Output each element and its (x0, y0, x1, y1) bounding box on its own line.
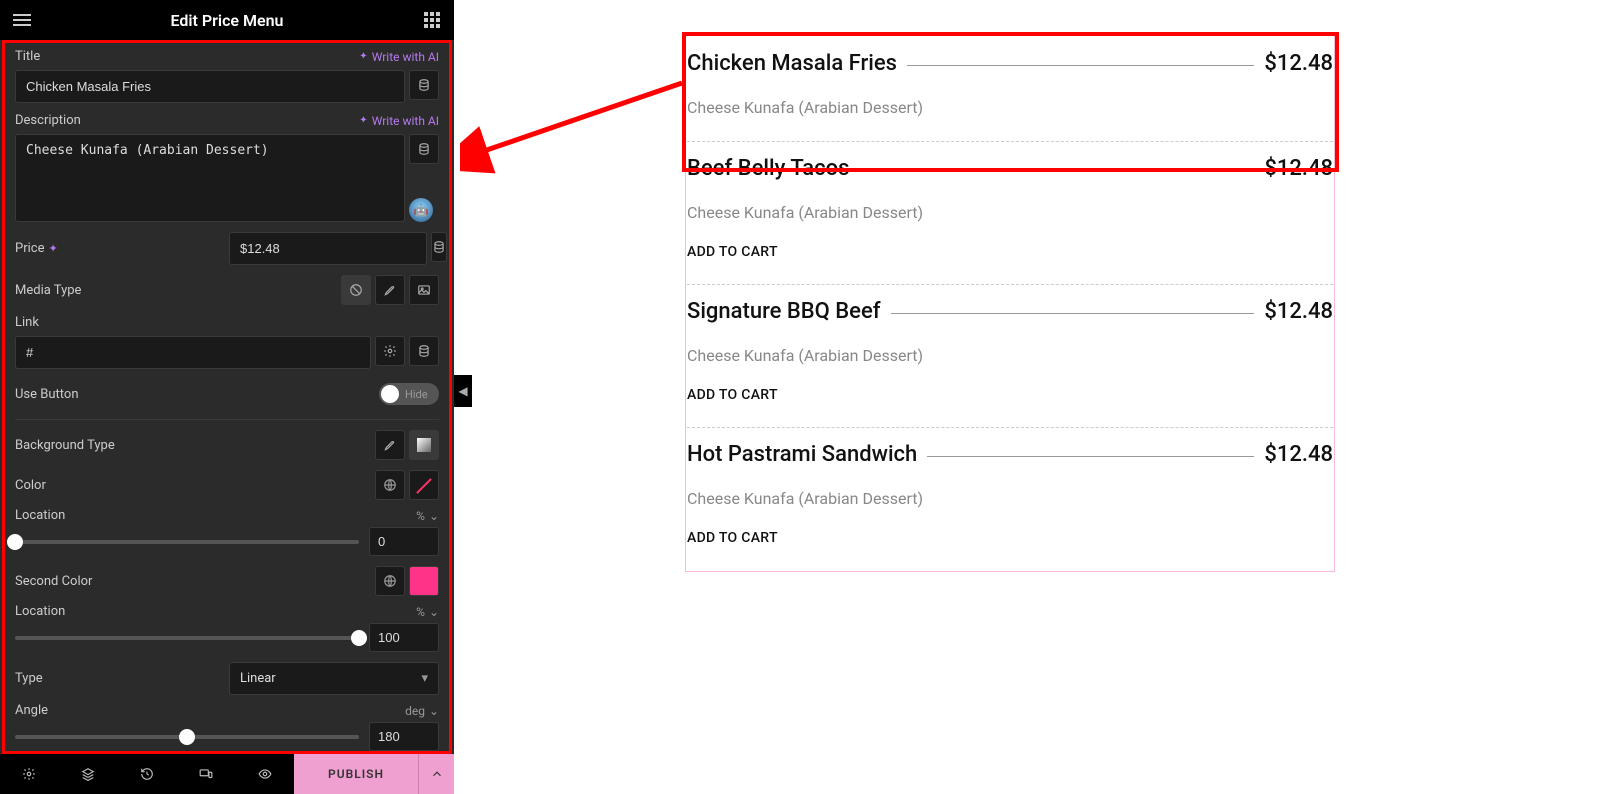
preview-canvas: Chicken Masala Fries $12.48 Cheese Kunaf… (685, 35, 1335, 572)
price-label: Price ✦ (15, 241, 58, 256)
angle-label: Angle (15, 703, 48, 718)
toggle-state-label: Hide (405, 388, 428, 401)
menu-item-desc: Cheese Kunafa (Arabian Dessert) (687, 346, 1333, 365)
menu-item-title: Chicken Masala Fries (687, 51, 897, 76)
second-color-global-icon[interactable] (375, 566, 405, 596)
link-input[interactable] (15, 336, 371, 369)
bg-brush-icon[interactable] (375, 430, 405, 460)
divider (15, 419, 439, 420)
menu-item[interactable]: Hot Pastrami Sandwich $12.48 Cheese Kuna… (687, 428, 1333, 570)
angle-unit[interactable]: deg (405, 704, 439, 718)
add-to-cart-link[interactable]: ADD TO CART (687, 244, 1333, 260)
publish-button[interactable]: PUBLISH (294, 754, 418, 794)
location-slider[interactable] (15, 540, 359, 544)
settings-icon[interactable] (0, 767, 59, 781)
media-brush-icon[interactable] (375, 275, 405, 305)
bottom-bar: PUBLISH (0, 754, 454, 794)
menu-item-price: $12.48 (1264, 442, 1333, 467)
publish-options-icon[interactable] (418, 754, 454, 794)
menu-item-title: Beef Belly Tacos (687, 156, 849, 181)
menu-item-price: $12.48 (1264, 51, 1333, 76)
hamburger-icon[interactable] (10, 8, 34, 32)
location2-label: Location (15, 604, 65, 619)
editor-sidebar: Edit Price Menu Title Write with AI Desc… (0, 0, 454, 794)
color-label: Color (15, 478, 46, 493)
use-button-label: Use Button (15, 387, 79, 402)
link-db-icon[interactable] (409, 336, 439, 366)
menu-separator (859, 170, 1254, 171)
sidebar-header: Edit Price Menu (0, 0, 454, 40)
price-label-text: Price (15, 241, 44, 256)
menu-item-desc: Cheese Kunafa (Arabian Dessert) (687, 203, 1333, 222)
menu-item-title: Hot Pastrami Sandwich (687, 442, 917, 467)
ai-robot-icon[interactable]: 🤖 (409, 198, 433, 222)
description-label: Description (15, 113, 81, 128)
type-select[interactable]: Linear (229, 662, 439, 695)
second-color-swatch[interactable] (409, 566, 439, 596)
color-swatch[interactable] (409, 470, 439, 500)
menu-item[interactable]: Chicken Masala Fries $12.48 Cheese Kunaf… (687, 37, 1333, 142)
price-db-icon[interactable] (431, 232, 447, 262)
menu-item-desc: Cheese Kunafa (Arabian Dessert) (687, 98, 1333, 117)
sidebar-title: Edit Price Menu (34, 11, 420, 30)
title-input[interactable] (15, 70, 405, 103)
write-ai-title-link[interactable]: Write with AI (359, 50, 439, 64)
title-db-icon[interactable] (409, 70, 439, 100)
menu-item-desc: Cheese Kunafa (Arabian Dessert) (687, 489, 1333, 508)
sparkle-icon: ✦ (48, 242, 57, 255)
devices-icon[interactable] (176, 767, 235, 781)
menu-item-title: Signature BBQ Beef (687, 299, 881, 324)
location2-slider[interactable] (15, 636, 359, 640)
grid-icon[interactable] (420, 8, 444, 32)
history-icon[interactable] (118, 767, 177, 781)
title-label: Title (15, 49, 40, 64)
second-color-label: Second Color (15, 574, 92, 589)
angle-slider[interactable] (15, 735, 359, 739)
menu-separator (907, 65, 1254, 66)
add-to-cart-link[interactable]: ADD TO CART (687, 387, 1333, 403)
price-input[interactable] (229, 232, 427, 265)
media-none-icon[interactable] (341, 275, 371, 305)
use-button-toggle[interactable]: Hide (379, 383, 439, 405)
menu-item-price: $12.48 (1264, 156, 1333, 181)
link-settings-icon[interactable] (375, 336, 405, 366)
location-unit[interactable]: % (416, 509, 439, 523)
type-label: Type (15, 671, 43, 686)
angle-value[interactable] (369, 722, 439, 751)
menu-item-price: $12.48 (1264, 299, 1333, 324)
media-image-icon[interactable] (409, 275, 439, 305)
bg-gradient-icon[interactable] (409, 430, 439, 460)
location2-value[interactable] (369, 623, 439, 652)
location-value[interactable] (369, 527, 439, 556)
description-input[interactable] (15, 134, 405, 222)
annotation-arrow-icon (460, 58, 690, 178)
link-label: Link (15, 315, 39, 330)
menu-separator (891, 313, 1255, 314)
description-db-icon[interactable] (409, 134, 439, 164)
preview-icon[interactable] (235, 767, 294, 781)
bg-type-label: Background Type (15, 438, 115, 453)
sidebar-body: Title Write with AI Description Write wi… (2, 40, 452, 754)
write-ai-desc-link[interactable]: Write with AI (359, 114, 439, 128)
location-label: Location (15, 508, 65, 523)
media-type-label: Media Type (15, 283, 81, 298)
add-to-cart-link[interactable]: ADD TO CART (687, 530, 1333, 546)
location2-unit[interactable]: % (416, 605, 439, 619)
menu-item[interactable]: Beef Belly Tacos $12.48 Cheese Kunafa (A… (687, 142, 1333, 285)
menu-separator (927, 456, 1254, 457)
layers-icon[interactable] (59, 767, 118, 781)
collapse-handle-icon[interactable]: ◀ (454, 375, 472, 407)
color-global-icon[interactable] (375, 470, 405, 500)
menu-item[interactable]: Signature BBQ Beef $12.48 Cheese Kunafa … (687, 285, 1333, 428)
